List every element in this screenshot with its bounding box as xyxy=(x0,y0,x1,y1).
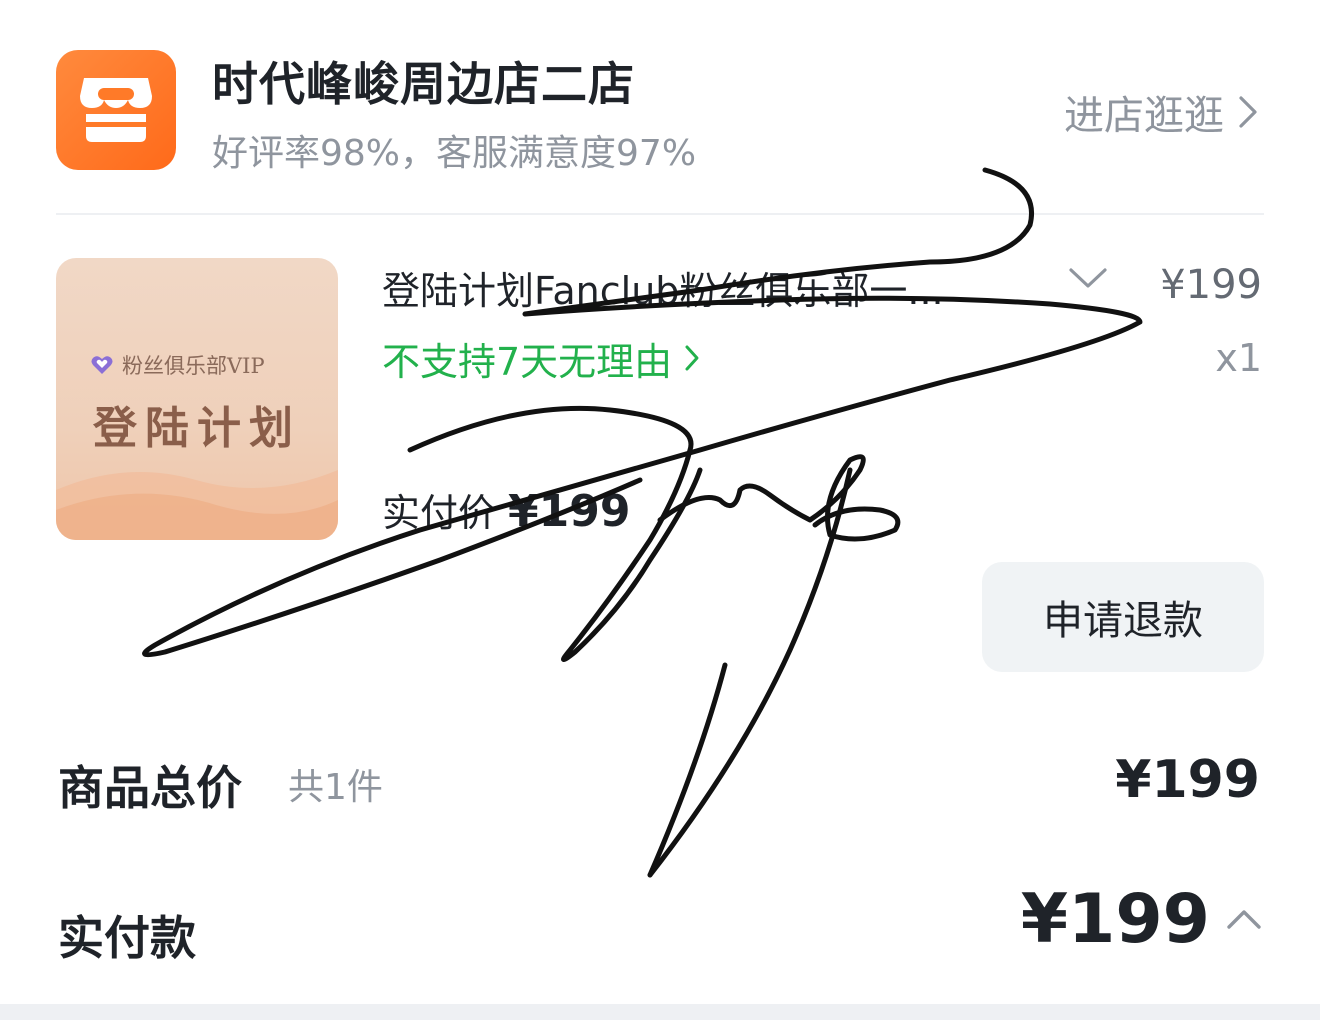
thumbnail-tag-label: 粉丝俱乐部VIP xyxy=(122,354,265,378)
bottom-bar xyxy=(0,1004,1320,1020)
chevron-up-icon xyxy=(1227,910,1261,929)
chevron-down-icon xyxy=(1069,268,1107,288)
total-item-count: 共1件 xyxy=(288,767,383,808)
store-icon xyxy=(80,78,152,142)
chevron-right-icon xyxy=(685,345,699,371)
total-price-label: 商品总价 xyxy=(58,761,242,815)
product-price: ¥199 xyxy=(1160,262,1262,308)
return-policy-label: 不支持7天无理由 xyxy=(382,339,673,384)
thumbnail-title: 登陆计划 xyxy=(93,403,301,454)
refund-button[interactable]: 申请退款 xyxy=(982,562,1264,672)
visit-shop-label: 进店逛逛 xyxy=(1064,93,1224,139)
actual-payment-label: 实付款 xyxy=(58,911,196,965)
shop-name[interactable]: 时代峰峻周边店二店 xyxy=(212,48,635,114)
divider xyxy=(56,213,1264,215)
heart-badge-icon xyxy=(91,356,113,374)
shop-rating: 好评率98%，客服满意度97% xyxy=(212,133,697,174)
collapse-payment-details-button[interactable] xyxy=(1226,908,1262,934)
thumbnail-wave xyxy=(56,470,338,540)
shop-logo[interactable] xyxy=(56,50,176,170)
product-thumbnail[interactable]: 粉丝俱乐部VIP 登陆计划 xyxy=(56,258,338,540)
total-price-value: ¥199 xyxy=(1115,750,1260,810)
product-title[interactable]: 登陆计划Fanclub粉丝俱乐部一... xyxy=(382,260,1044,315)
visit-shop-link[interactable]: 进店逛逛 xyxy=(1064,88,1258,139)
item-paid-label: 实付价 xyxy=(382,491,497,535)
product-quantity: x1 xyxy=(1215,336,1262,380)
order-detail-page: 时代峰峻周边店二店 好评率98%，客服满意度97% 进店逛逛 粉丝俱乐部VIP … xyxy=(0,0,1320,1020)
item-paid-price: 实付价 ¥199 xyxy=(382,482,630,537)
item-paid-value: ¥199 xyxy=(508,486,631,537)
actual-payment-value: ¥199 xyxy=(1020,880,1210,959)
expand-title-button[interactable] xyxy=(1068,266,1108,294)
return-policy-link[interactable]: 不支持7天无理由 xyxy=(382,334,700,384)
thumbnail-tag: 粉丝俱乐部VIP xyxy=(90,350,265,380)
chevron-right-icon xyxy=(1239,96,1257,128)
